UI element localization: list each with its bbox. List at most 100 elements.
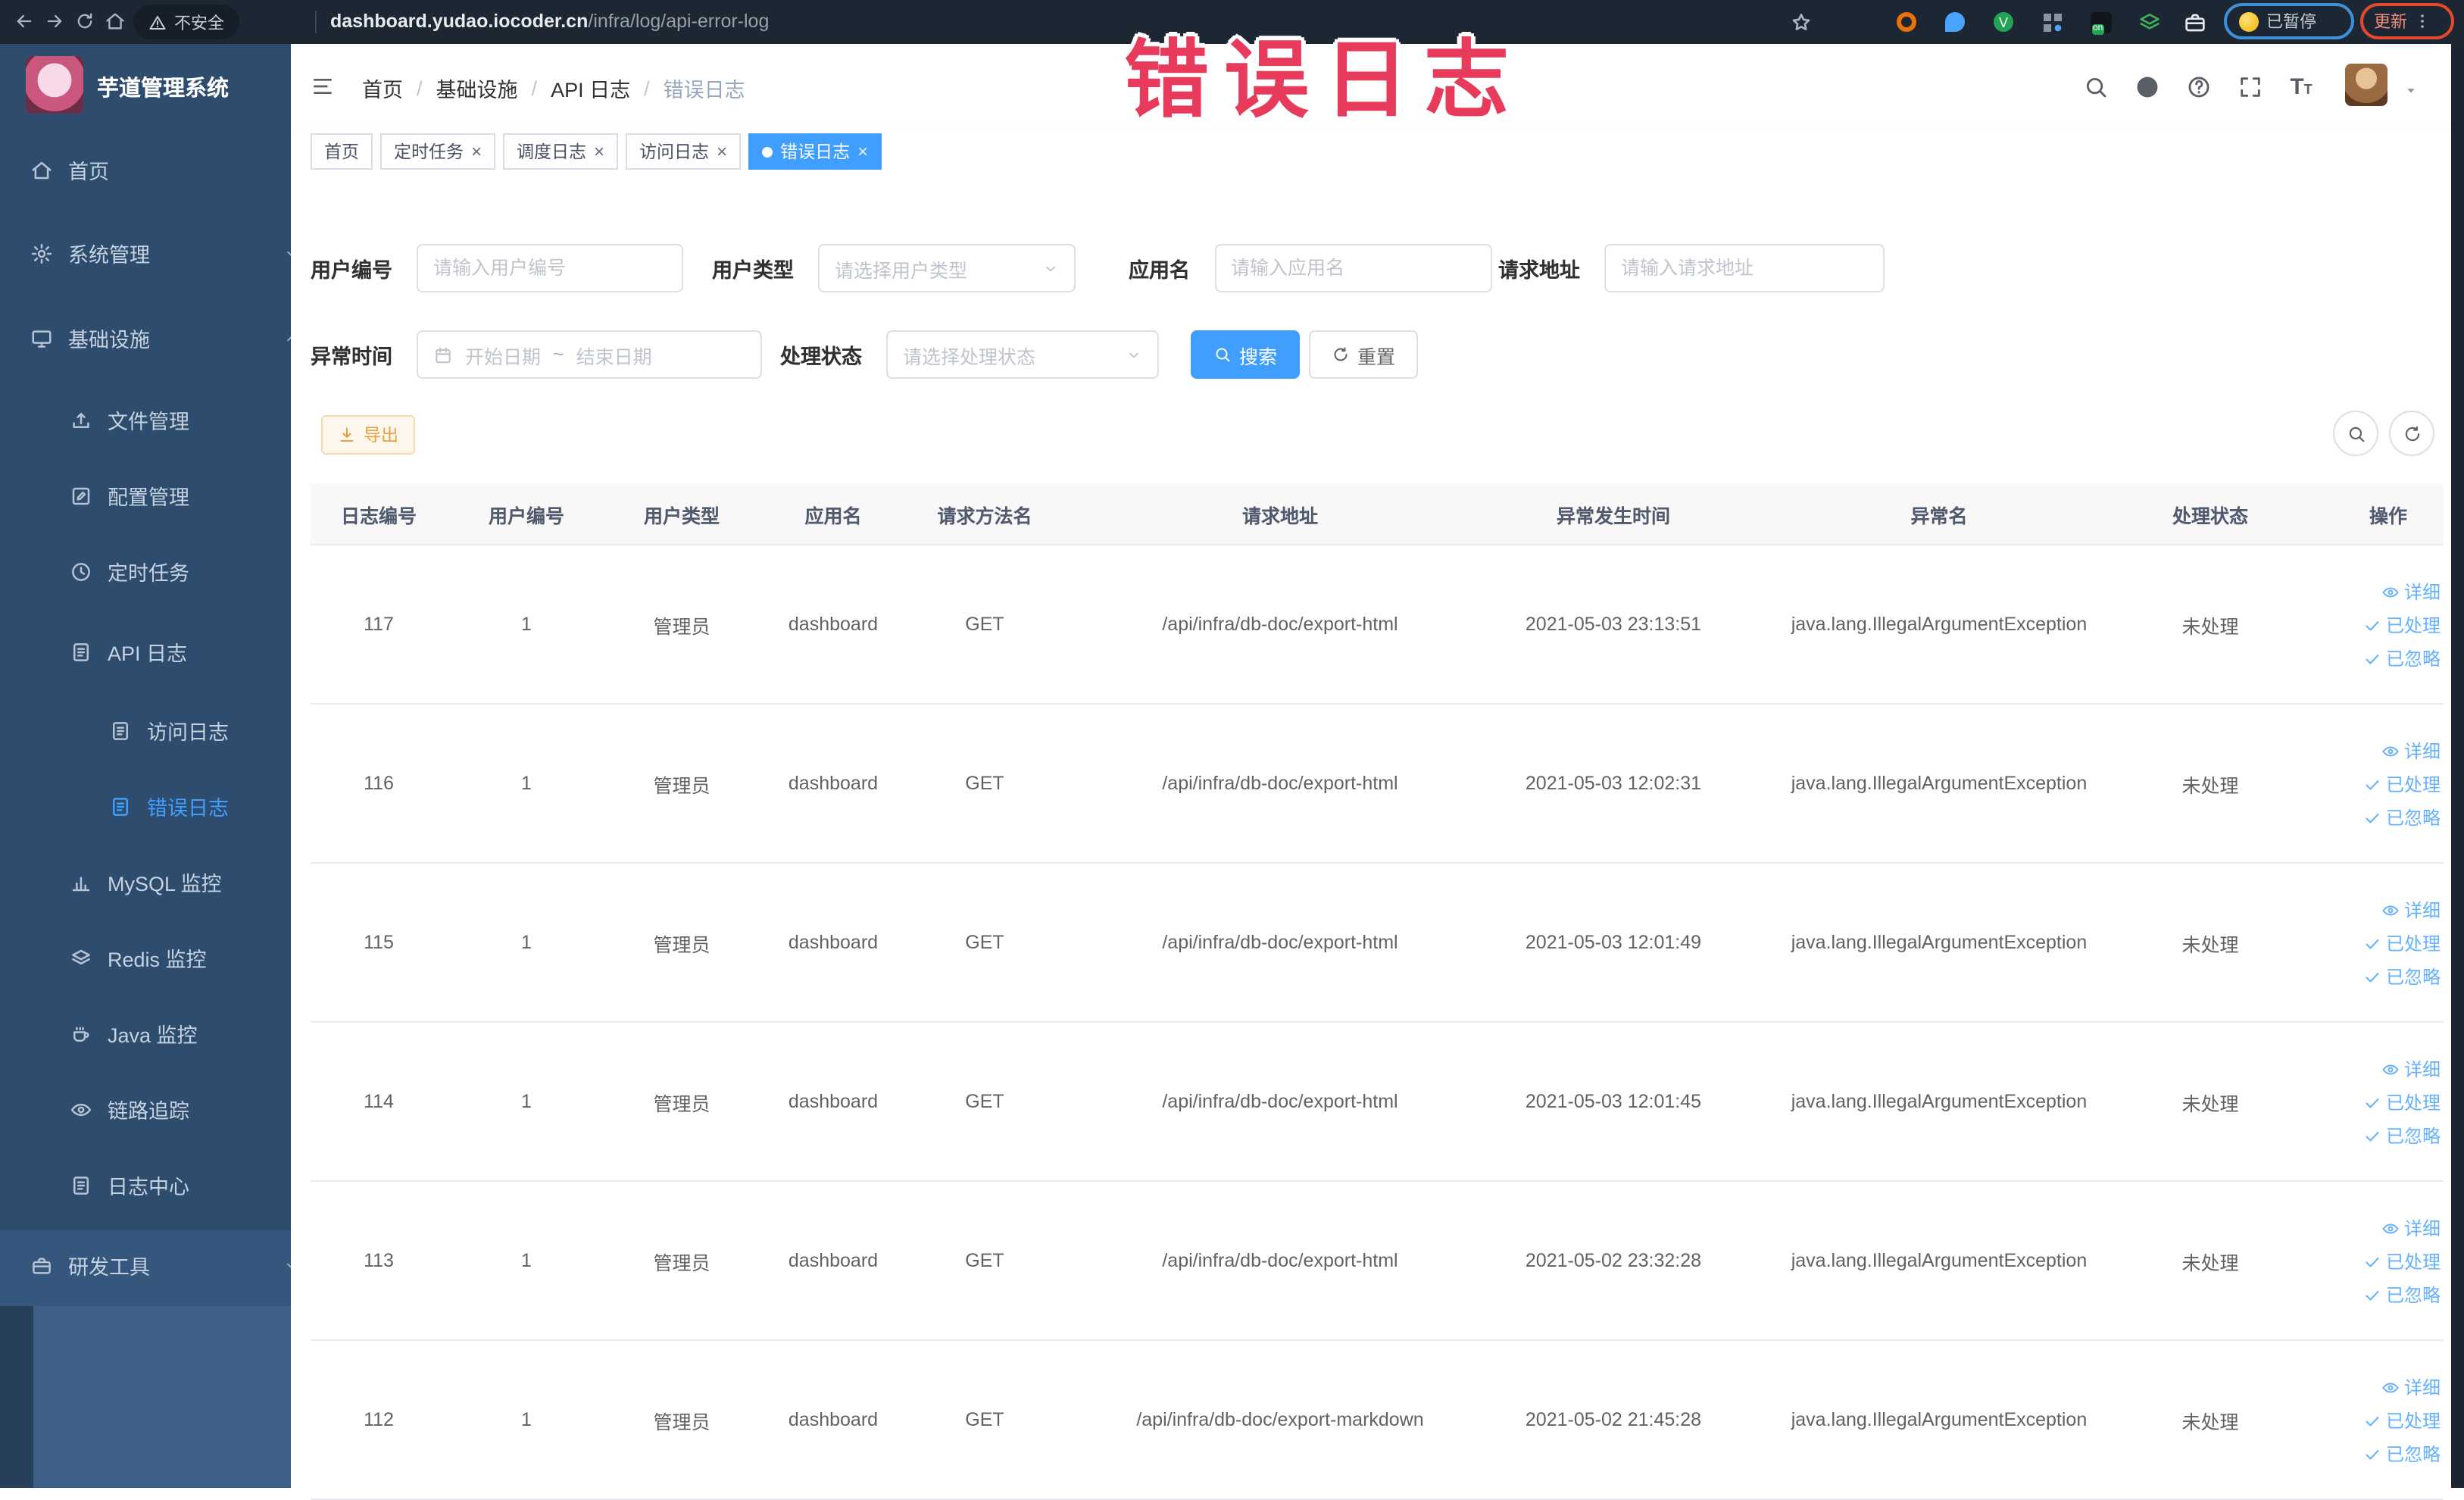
app-name-input[interactable] xyxy=(1214,244,1491,292)
detail-action[interactable]: 详细 xyxy=(2381,1373,2441,1399)
check-icon xyxy=(2363,1442,2381,1464)
status-action[interactable]: 已忽略 xyxy=(2363,804,2441,830)
sidebar-item-label: 研发工具 xyxy=(68,1256,150,1279)
sidebar-item[interactable]: 访问日志 xyxy=(0,692,291,768)
sidebar-item[interactable]: 配置管理 xyxy=(0,458,291,533)
reset-button[interactable]: 重置 xyxy=(1309,330,1419,379)
chrome-update-button[interactable]: 更新 xyxy=(2360,3,2454,39)
breadcrumb-item[interactable]: 基础设施 xyxy=(436,73,518,103)
search-button[interactable]: 搜索 xyxy=(1191,330,1301,379)
detail-action[interactable]: 详细 xyxy=(2381,1214,2441,1240)
extension-icon[interactable]: V xyxy=(1991,9,2016,35)
request-url-input[interactable] xyxy=(1604,244,1885,292)
breadcrumb-item[interactable]: 首页 xyxy=(362,73,403,103)
url-bar[interactable]: dashboard.yudao.iocoder.cn/infra/log/api… xyxy=(330,11,769,32)
extension-icon[interactable] xyxy=(2088,9,2113,35)
status-action[interactable]: 已处理 xyxy=(2363,930,2441,955)
sidebar-item[interactable]: 链路追踪 xyxy=(0,1071,291,1147)
sidebar-item[interactable]: 系统管理 xyxy=(0,215,291,291)
close-icon[interactable]: × xyxy=(857,142,868,161)
font-size-icon[interactable]: TT xyxy=(2284,70,2318,103)
sidebar-item[interactable]: MySQL 监控 xyxy=(0,844,291,920)
github-icon[interactable] xyxy=(2130,70,2163,103)
table-row: 116 1 管理员 dashboard GET/api/infra/db-doc/exp… xyxy=(311,705,2444,864)
tag-item[interactable]: 首页 xyxy=(311,133,373,170)
bookmark-star-icon[interactable] xyxy=(1788,9,1813,35)
home-icon[interactable] xyxy=(101,8,129,35)
breadcrumb-item[interactable]: API 日志 xyxy=(551,73,630,103)
puzzle-extensions-icon[interactable] xyxy=(2181,9,2207,35)
help-icon[interactable] xyxy=(2181,70,2215,103)
cell-id: 115 xyxy=(364,932,394,953)
caret-down-icon[interactable] xyxy=(2403,77,2419,105)
status-action[interactable]: 已处理 xyxy=(2363,611,2441,637)
detail-action[interactable]: 详细 xyxy=(2381,578,2441,604)
sidebar-item[interactable]: Java 监控 xyxy=(0,995,291,1071)
export-button[interactable]: 导出 xyxy=(321,415,415,455)
sidebar-item[interactable]: Redis 监控 xyxy=(0,920,291,995)
sidebar-item-label: 错误日志 xyxy=(147,797,229,820)
hamburger-icon[interactable] xyxy=(311,73,341,100)
app-logo-row[interactable]: 芋道管理系统 xyxy=(0,56,291,114)
process-status-select[interactable]: 请选择处理状态 xyxy=(886,330,1159,379)
extension-icon[interactable] xyxy=(2136,9,2162,35)
reset-button-label: 重置 xyxy=(1357,346,1396,367)
column-header: 日志编号 xyxy=(340,505,417,527)
paused-label: 已暂停 xyxy=(2266,14,2316,32)
sidebar-item[interactable]: 定时任务 xyxy=(0,533,291,609)
user-avatar[interactable] xyxy=(2345,64,2387,106)
extension-icon[interactable] xyxy=(1942,9,1968,35)
close-icon[interactable]: × xyxy=(717,142,727,161)
close-icon[interactable]: × xyxy=(471,142,482,161)
tag-item[interactable]: 错误日志 × xyxy=(748,133,882,170)
status-action[interactable]: 已处理 xyxy=(2363,1089,2441,1114)
user-type-select[interactable]: 请选择用户类型 xyxy=(818,244,1076,292)
sidebar-footer-inner xyxy=(33,1306,291,1488)
extension-badge xyxy=(1945,12,1965,32)
status-action[interactable]: 已忽略 xyxy=(2363,1440,2441,1466)
cell-status: 未处理 xyxy=(2181,1411,2239,1433)
cell-user_type: 管理员 xyxy=(653,1093,710,1114)
kebab-menu-icon[interactable] xyxy=(2413,12,2431,30)
detail-action[interactable]: 详细 xyxy=(2381,896,2441,922)
sidebar-item[interactable]: 研发工具 xyxy=(0,1227,291,1303)
eye-icon xyxy=(2381,1217,2400,1238)
status-action[interactable]: 已忽略 xyxy=(2363,1281,2441,1307)
tag-item[interactable]: 调度日志 × xyxy=(503,133,619,170)
sidebar-item[interactable]: 基础设施 xyxy=(0,300,291,376)
security-chip[interactable]: 不安全 xyxy=(133,5,239,39)
check-icon xyxy=(2363,1283,2381,1305)
fullscreen-icon[interactable] xyxy=(2233,70,2266,103)
tag-item[interactable]: 访问日志 × xyxy=(626,133,742,170)
status-action[interactable]: 已处理 xyxy=(2363,1248,2441,1273)
extension-icon[interactable] xyxy=(2039,9,2065,35)
sidebar-item[interactable]: 文件管理 xyxy=(0,382,291,458)
sidebar-item-label: 首页 xyxy=(68,161,109,183)
refresh-table-button[interactable] xyxy=(2389,411,2434,456)
search-icon[interactable] xyxy=(2078,70,2112,103)
user-id-input[interactable] xyxy=(417,244,683,292)
forward-icon[interactable] xyxy=(41,8,68,35)
close-icon[interactable]: × xyxy=(594,142,604,161)
omnibox-divider xyxy=(315,11,317,33)
search-button-label: 搜索 xyxy=(1239,346,1278,367)
detail-action[interactable]: 详细 xyxy=(2381,1055,2441,1081)
tag-item[interactable]: 定时任务 × xyxy=(380,133,496,170)
date-range-picker[interactable]: 开始日期 ~ 结束日期 xyxy=(417,330,762,379)
back-icon[interactable] xyxy=(11,8,38,35)
status-action[interactable]: 已忽略 xyxy=(2363,645,2441,670)
detail-action[interactable]: 详细 xyxy=(2381,737,2441,763)
extension-icon[interactable] xyxy=(1894,9,1919,35)
sidebar-item[interactable]: 日志中心 xyxy=(0,1147,291,1223)
sidebar-item[interactable]: 首页 xyxy=(0,132,291,208)
status-action[interactable]: 已处理 xyxy=(2363,770,2441,796)
status-action[interactable]: 已忽略 xyxy=(2363,963,2441,989)
sidebar-item[interactable]: API 日志 xyxy=(0,614,291,689)
sidebar-item[interactable]: 错误日志 xyxy=(0,768,291,844)
reload-icon[interactable] xyxy=(71,8,98,35)
status-action[interactable]: 已忽略 xyxy=(2363,1122,2441,1148)
toggle-search-button[interactable] xyxy=(2333,411,2378,456)
profile-paused-pill[interactable]: 已暂停 xyxy=(2224,3,2354,39)
status-action[interactable]: 已处理 xyxy=(2363,1407,2441,1433)
cell-method: GET xyxy=(965,932,1004,953)
